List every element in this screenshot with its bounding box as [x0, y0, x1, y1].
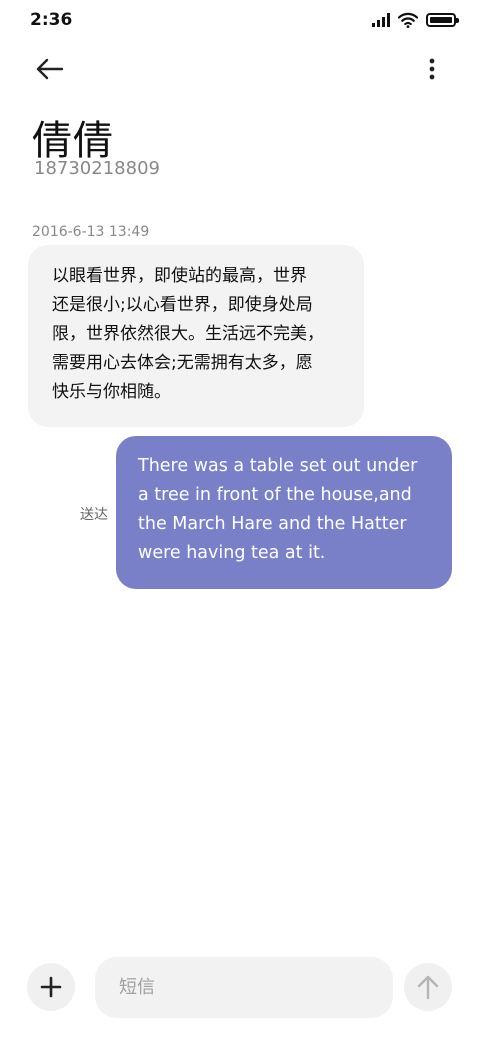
contact-number: 18730218809	[34, 158, 160, 179]
back-button[interactable]	[30, 52, 70, 86]
outgoing-message-bubble[interactable]: There was a table set out under a tree i…	[116, 436, 452, 589]
battery-icon	[426, 13, 459, 27]
more-vertical-icon	[429, 58, 435, 80]
wifi-icon	[398, 12, 418, 28]
message-timestamp: 2016-6-13 13:49	[32, 224, 150, 240]
message-input[interactable]	[95, 957, 393, 1018]
incoming-message-line: 还是很小;以心看世界，即使身处局	[52, 295, 313, 315]
signal-icon	[372, 13, 390, 27]
outgoing-message-line: There was a table set out under	[138, 456, 418, 476]
incoming-message-line: 需要用心去体会;无需拥有太多，愿	[52, 353, 313, 373]
incoming-message-line: 以眼看世界，即使站的最高，世界	[52, 266, 307, 286]
send-button[interactable]	[404, 963, 452, 1011]
message-thread-screen: 2:36 倩倩 18730218809 2016-6-13 13:49 以眼看世…	[0, 0, 480, 1040]
arrow-up-icon	[417, 975, 439, 1000]
incoming-message-line: 限，世界依然很大。生活远不完美，	[52, 324, 324, 344]
outgoing-message-line: were having tea at it.	[138, 543, 326, 563]
more-options-button[interactable]	[420, 54, 444, 84]
delivery-status: 送达	[80, 507, 108, 523]
outgoing-message-line: a tree in front of the house,and	[138, 485, 412, 505]
status-icons	[372, 12, 459, 28]
outgoing-message-line: the March Hare and the Hatter	[138, 514, 407, 534]
add-attachment-button[interactable]	[27, 963, 75, 1011]
arrow-left-icon	[36, 58, 64, 80]
plus-icon	[40, 976, 62, 998]
incoming-message-line: 快乐与你相随。	[52, 382, 171, 402]
incoming-message-bubble[interactable]: 以眼看世界，即使站的最高，世界 还是很小;以心看世界，即使身处局 限，世界依然很…	[28, 245, 364, 427]
status-bar: 2:36	[0, 0, 480, 44]
status-time: 2:36	[30, 10, 73, 30]
